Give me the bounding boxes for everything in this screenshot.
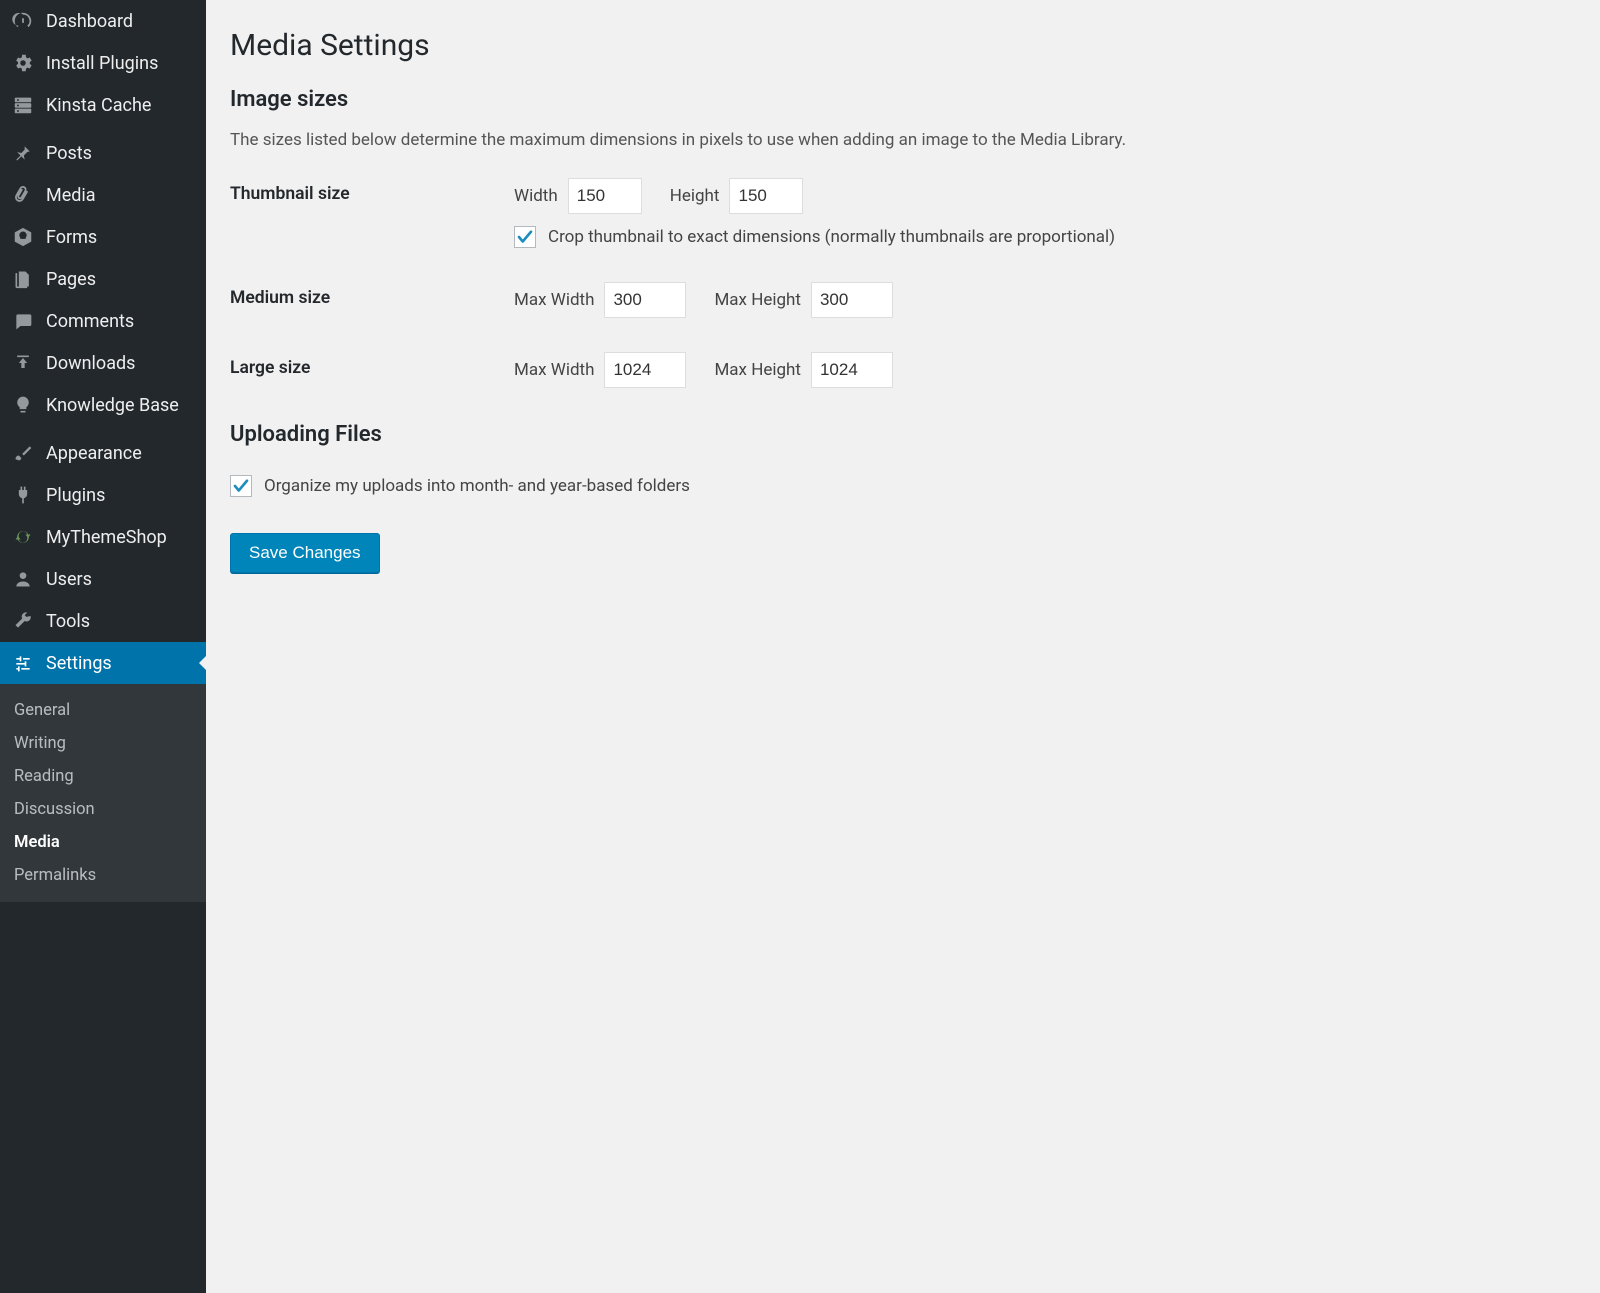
pin-icon — [10, 140, 36, 166]
submenu-item-writing[interactable]: Writing — [0, 727, 206, 760]
forms-icon — [10, 224, 36, 250]
sidebar-item-label: Install Plugins — [46, 53, 158, 74]
sidebar-item-downloads[interactable]: Downloads — [0, 342, 206, 384]
submenu-item-media[interactable]: Media — [0, 826, 206, 859]
section-image-sizes-heading: Image sizes — [230, 87, 1576, 112]
sidebar-item-comments[interactable]: Comments — [0, 300, 206, 342]
medium-max-height-label: Max Height — [714, 290, 801, 310]
sidebar-item-posts[interactable]: Posts — [0, 132, 206, 174]
medium-max-width-label: Max Width — [514, 290, 594, 310]
sidebar-item-plugins[interactable]: Plugins — [0, 474, 206, 516]
sidebar-item-label: Plugins — [46, 485, 105, 506]
save-changes-button[interactable]: Save Changes — [230, 533, 380, 573]
thumbnail-size-label: Thumbnail size — [230, 178, 514, 204]
settings-submenu: GeneralWritingReadingDiscussionMediaPerm… — [0, 684, 206, 902]
settings-form: Thumbnail size Width Height Crop thumbna… — [230, 178, 1576, 388]
admin-sidebar: Dashboard Install Plugins Kinsta Cache Post… — [0, 0, 206, 1293]
sidebar-item-label: Users — [46, 569, 92, 590]
bulb-icon — [10, 392, 36, 418]
main-content: Media Settings Image sizes The sizes lis… — [206, 0, 1600, 1293]
organize-uploads-row: Organize my uploads into month- and year… — [230, 475, 1576, 497]
sidebar-item-media[interactable]: Media — [0, 174, 206, 216]
sidebar-item-install-plugins[interactable]: Install Plugins — [0, 42, 206, 84]
section-uploading-heading: Uploading Files — [230, 422, 1576, 447]
sidebar-item-label: Media — [46, 185, 96, 206]
server-icon — [10, 92, 36, 118]
sidebar-item-label: Tools — [46, 611, 90, 632]
sidebar-item-dashboard[interactable]: Dashboard — [0, 0, 206, 42]
medium-max-height-input[interactable] — [811, 282, 893, 318]
submenu-item-permalinks[interactable]: Permalinks — [0, 859, 206, 892]
large-size-label: Large size — [230, 352, 514, 378]
thumbnail-height-input[interactable] — [729, 178, 803, 214]
medium-max-width-input[interactable] — [604, 282, 686, 318]
sidebar-item-pages[interactable]: Pages — [0, 258, 206, 300]
organize-uploads-label: Organize my uploads into month- and year… — [264, 476, 690, 496]
sidebar-item-label: Knowledge Base — [46, 395, 179, 416]
pages-icon — [10, 266, 36, 292]
sidebar-item-settings[interactable]: Settings — [0, 642, 206, 684]
user-icon — [10, 566, 36, 592]
thumbnail-height-label: Height — [670, 186, 720, 206]
image-sizes-description: The sizes listed below determine the max… — [230, 130, 1576, 150]
large-max-height-input[interactable] — [811, 352, 893, 388]
organize-uploads-checkbox[interactable] — [230, 475, 252, 497]
plug-icon — [10, 482, 36, 508]
sidebar-item-label: Appearance — [46, 443, 142, 464]
sidebar-item-knowledge-base[interactable]: Knowledge Base — [0, 384, 206, 426]
submenu-item-discussion[interactable]: Discussion — [0, 793, 206, 826]
page-title: Media Settings — [230, 28, 1576, 63]
sidebar-item-mythemeshop[interactable]: MyThemeShop — [0, 516, 206, 558]
thumbnail-width-label: Width — [514, 186, 558, 206]
sidebar-item-forms[interactable]: Forms — [0, 216, 206, 258]
crop-thumbnail-label: Crop thumbnail to exact dimensions (norm… — [548, 227, 1115, 247]
gear-icon — [10, 50, 36, 76]
refresh-icon — [10, 524, 36, 550]
download-icon — [10, 350, 36, 376]
large-size-row: Large size Max Width Max Height — [230, 352, 1576, 388]
brush-icon — [10, 440, 36, 466]
sliders-icon — [10, 650, 36, 676]
sidebar-item-users[interactable]: Users — [0, 558, 206, 600]
sidebar-item-label: Posts — [46, 143, 92, 164]
large-max-width-label: Max Width — [514, 360, 594, 380]
wrench-icon — [10, 608, 36, 634]
sidebar-item-label: Pages — [46, 269, 96, 290]
sidebar-item-label: Forms — [46, 227, 97, 248]
comments-icon — [10, 308, 36, 334]
large-max-height-label: Max Height — [714, 360, 801, 380]
sidebar-item-tools[interactable]: Tools — [0, 600, 206, 642]
thumbnail-size-row: Thumbnail size Width Height Crop thumbna… — [230, 178, 1576, 248]
sidebar-item-label: Downloads — [46, 353, 135, 374]
large-max-width-input[interactable] — [604, 352, 686, 388]
sidebar-item-appearance[interactable]: Appearance — [0, 432, 206, 474]
media-icon — [10, 182, 36, 208]
sidebar-item-label: Kinsta Cache — [46, 95, 151, 116]
crop-thumbnail-checkbox[interactable] — [514, 226, 536, 248]
medium-size-row: Medium size Max Width Max Height — [230, 282, 1576, 318]
sidebar-item-kinsta-cache[interactable]: Kinsta Cache — [0, 84, 206, 126]
dashboard-icon — [10, 8, 36, 34]
submenu-item-general[interactable]: General — [0, 694, 206, 727]
thumbnail-width-input[interactable] — [568, 178, 642, 214]
medium-size-label: Medium size — [230, 282, 514, 308]
submenu-item-reading[interactable]: Reading — [0, 760, 206, 793]
sidebar-item-label: Settings — [46, 653, 112, 674]
sidebar-item-label: MyThemeShop — [46, 527, 167, 548]
sidebar-item-label: Comments — [46, 311, 134, 332]
sidebar-item-label: Dashboard — [46, 11, 133, 32]
